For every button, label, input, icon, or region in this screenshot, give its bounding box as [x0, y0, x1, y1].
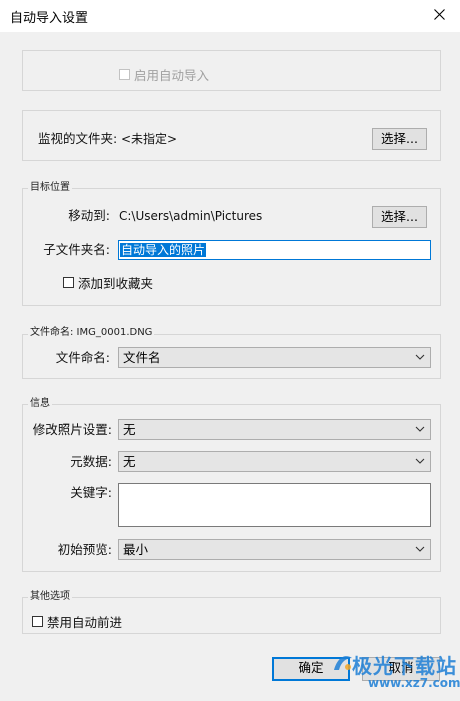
file-naming-label: 文件命名: [55, 350, 110, 365]
watermark-url: www.xz7.com [368, 676, 460, 690]
chevron-down-icon [415, 546, 425, 552]
file-naming-selected: 文件名 [123, 350, 161, 365]
subfolder-name-label: 子文件夹名: [43, 242, 110, 257]
title-bar: 自动导入设置 [0, 0, 460, 32]
chevron-down-icon [415, 426, 425, 432]
metadata-label: 元数据: [70, 454, 112, 469]
auto-import-dialog: 自动导入设置 启用自动导入 监视的文件夹: <未指定> 选择... 目标位置 移… [0, 0, 460, 701]
disable-auto-advance-checkbox[interactable]: 禁用自动前进 [32, 612, 122, 631]
move-to-label: 移动到: [68, 208, 110, 223]
initial-preview-selected: 最小 [123, 542, 149, 557]
add-to-collection-checkbox[interactable]: 添加到收藏夹 [63, 273, 153, 292]
keywords-label: 关键字: [70, 485, 112, 500]
checkbox-box [63, 277, 74, 288]
site-watermark: 极光下载站 www.xz7.com [332, 648, 460, 698]
metadata-select[interactable]: 无 [118, 451, 431, 472]
subfolder-name-value: 自动导入的照片 [120, 243, 207, 257]
other-options-section-title: 其他选项 [28, 591, 72, 603]
enable-section [22, 50, 441, 91]
close-icon [434, 9, 445, 20]
move-to-path: C:\Users\admin\Pictures [119, 209, 263, 223]
watch-folder-choose-button[interactable]: 选择... [372, 128, 427, 150]
move-to-choose-button[interactable]: 选择... [372, 206, 427, 228]
metadata-selected: 无 [123, 454, 136, 469]
checkbox-box [119, 69, 130, 80]
enable-auto-import-checkbox[interactable]: 启用自动导入 [119, 65, 209, 84]
watch-folder-label: 监视的文件夹: [38, 131, 118, 146]
file-naming-select[interactable]: 文件名 [118, 347, 431, 368]
close-button[interactable] [426, 3, 454, 27]
information-section-title: 信息 [28, 398, 52, 410]
subfolder-name-input[interactable]: 自动导入的照片 [118, 240, 431, 260]
initial-preview-label: 初始预览: [57, 542, 112, 557]
chevron-down-icon [415, 354, 425, 360]
watch-folder-value: <未指定> [121, 132, 178, 146]
develop-settings-label: 修改照片设置: [32, 422, 112, 437]
chevron-down-icon [415, 458, 425, 464]
keywords-textarea[interactable] [118, 483, 431, 527]
disable-auto-advance-label: 禁用自动前进 [47, 615, 123, 630]
file-naming-section-title: 文件命名: IMG_0001.DNG [28, 327, 155, 339]
develop-settings-selected: 无 [123, 422, 136, 437]
destination-section-title: 目标位置 [28, 182, 72, 194]
add-to-collection-label: 添加到收藏夹 [78, 276, 154, 291]
develop-settings-select[interactable]: 无 [118, 419, 431, 440]
initial-preview-select[interactable]: 最小 [118, 539, 431, 560]
enable-auto-import-label: 启用自动导入 [134, 68, 210, 83]
checkbox-box [32, 616, 43, 627]
window-title: 自动导入设置 [10, 11, 89, 26]
watermark-title: 极光下载站 [352, 654, 457, 678]
aurora-logo-icon [334, 656, 352, 670]
